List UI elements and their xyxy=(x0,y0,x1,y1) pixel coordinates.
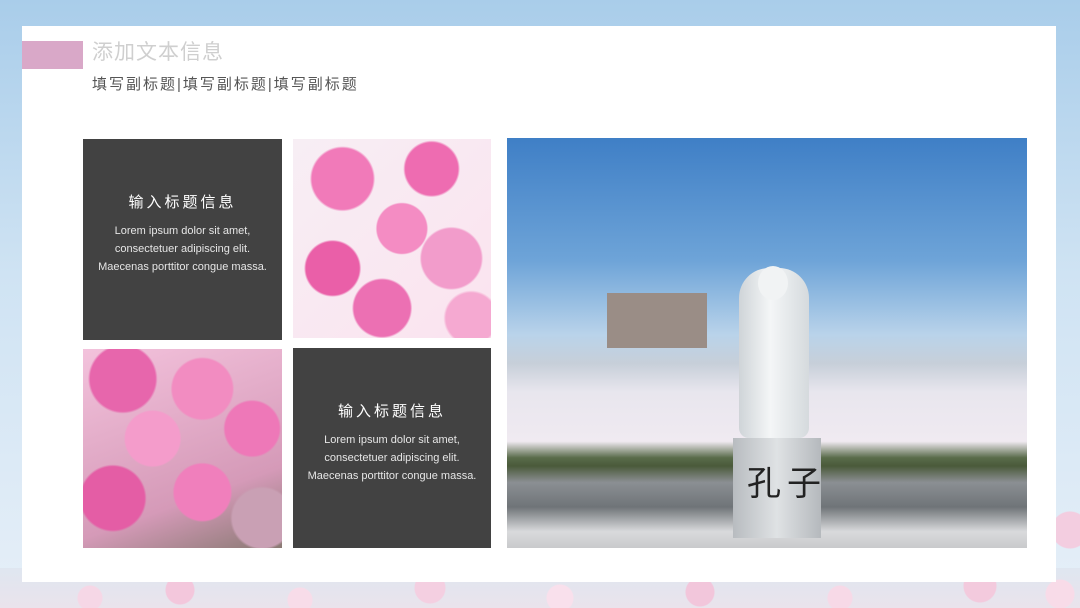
statue-photo: 孔子 xyxy=(507,138,1027,548)
cherry-blossom-photo-1 xyxy=(293,139,491,338)
title-accent-bar xyxy=(22,41,83,69)
cherry-blossom-photo-2 xyxy=(83,349,282,548)
text-box-2-body: Lorem ipsum dolor sit amet, consectetuer… xyxy=(307,434,477,482)
text-box-1-heading: 输入标题信息 xyxy=(128,193,237,211)
photo-statue-head xyxy=(758,266,788,300)
slide-subtitle: 填写副标题|填写副标题|填写副标题 xyxy=(92,76,359,93)
pedestal-inscription: 孔子 xyxy=(747,464,827,504)
text-box-1-body: Lorem ipsum dolor sit amet, consectetuer… xyxy=(98,225,267,273)
photo-building xyxy=(607,293,707,348)
slide-card: 添加文本信息 填写副标题|填写副标题|填写副标题 输入标题信息 Lorem ip… xyxy=(22,26,1056,582)
slide-title: 添加文本信息 xyxy=(92,40,224,64)
text-box-2-heading: 输入标题信息 xyxy=(337,402,446,420)
text-box-1: 输入标题信息 Lorem ipsum dolor sit amet, conse… xyxy=(83,139,282,340)
text-box-2: 输入标题信息 Lorem ipsum dolor sit amet, conse… xyxy=(293,348,491,548)
